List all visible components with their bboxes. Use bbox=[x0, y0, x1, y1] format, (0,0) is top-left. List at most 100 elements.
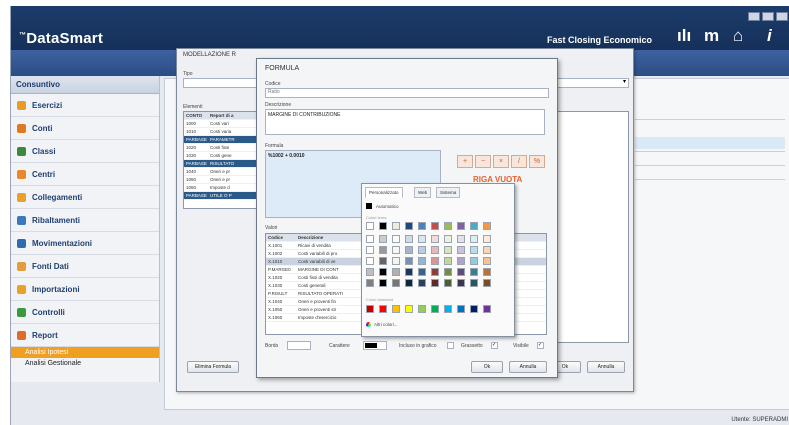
standard-color-swatch[interactable] bbox=[457, 305, 465, 313]
theme-color-swatch[interactable] bbox=[379, 246, 387, 254]
theme-color-swatch[interactable] bbox=[457, 279, 465, 287]
delete-formula-button[interactable]: Elimina Formula bbox=[187, 361, 239, 373]
table-row[interactable]: 1050 Oneri e pr bbox=[184, 176, 256, 184]
sidebar-item-fonti-dati[interactable]: Fonti Dati bbox=[11, 255, 159, 278]
theme-color-swatch[interactable] bbox=[457, 246, 465, 254]
sidebar-item-importazioni[interactable]: Importazioni bbox=[11, 278, 159, 301]
table-row[interactable]: 1040 Oneri e pr bbox=[184, 168, 256, 176]
more-colors-link[interactable]: Altri colori... bbox=[374, 322, 398, 327]
theme-color-swatch[interactable] bbox=[431, 279, 439, 287]
operator-minus-icon[interactable]: − bbox=[475, 155, 491, 168]
sidebar-item-ribaltamenti[interactable]: Ribaltamenti bbox=[11, 209, 159, 232]
theme-color-swatch[interactable] bbox=[444, 246, 452, 254]
standard-color-swatch[interactable] bbox=[483, 305, 491, 313]
automatic-label[interactable]: Automatico bbox=[376, 204, 399, 209]
theme-color-swatch[interactable] bbox=[405, 257, 413, 265]
theme-color-swatch[interactable] bbox=[405, 279, 413, 287]
chart-include-checkbox[interactable] bbox=[447, 342, 454, 349]
theme-color-swatch[interactable] bbox=[431, 268, 439, 276]
theme-color-swatch[interactable] bbox=[444, 257, 452, 265]
standard-color-swatch[interactable] bbox=[418, 305, 426, 313]
theme-color-swatch[interactable] bbox=[470, 222, 478, 230]
font-color-select[interactable] bbox=[363, 341, 387, 350]
theme-color-swatch[interactable] bbox=[392, 246, 400, 254]
theme-color-swatch[interactable] bbox=[470, 279, 478, 287]
sidebar-item-centri[interactable]: Centri bbox=[11, 163, 159, 186]
theme-color-swatch[interactable] bbox=[418, 257, 426, 265]
theme-color-swatch[interactable] bbox=[431, 246, 439, 254]
theme-color-swatch[interactable] bbox=[379, 257, 387, 265]
sidebar-subitem[interactable]: Analisi Gestionale bbox=[11, 358, 159, 369]
theme-color-swatch[interactable] bbox=[366, 268, 374, 276]
close-icon[interactable] bbox=[776, 12, 788, 21]
standard-color-swatch[interactable] bbox=[431, 305, 439, 313]
bar-chart-icon[interactable]: ılı bbox=[677, 26, 691, 46]
table-row[interactable]: PARBASE UTILE O P bbox=[184, 192, 256, 200]
theme-color-swatch[interactable] bbox=[483, 222, 491, 230]
sidebar-item-classi[interactable]: Classi bbox=[11, 140, 159, 163]
sidebar-item-collegamenti[interactable]: Collegamenti bbox=[11, 186, 159, 209]
theme-color-swatch[interactable] bbox=[444, 235, 452, 243]
standard-color-swatch[interactable] bbox=[444, 305, 452, 313]
theme-color-swatch[interactable] bbox=[366, 235, 374, 243]
tab-sistema[interactable]: Sistema bbox=[436, 187, 461, 198]
theme-color-swatch[interactable] bbox=[366, 257, 374, 265]
theme-color-swatch[interactable] bbox=[444, 268, 452, 276]
border-select[interactable] bbox=[287, 341, 311, 350]
theme-color-swatch[interactable] bbox=[366, 279, 374, 287]
sidebar-item-esercizi[interactable]: Esercizi bbox=[11, 94, 159, 117]
formula-ok-button[interactable]: Ok bbox=[471, 361, 503, 373]
table-row[interactable]: 1030 Costi gene bbox=[184, 152, 256, 160]
m-icon[interactable]: m bbox=[704, 26, 719, 46]
theme-color-swatch[interactable] bbox=[483, 235, 491, 243]
sidebar-item-movimentazioni[interactable]: Movimentazioni bbox=[11, 232, 159, 255]
standard-color-swatch[interactable] bbox=[366, 305, 374, 313]
tab-web[interactable]: Web bbox=[414, 187, 432, 198]
operator-divide-icon[interactable]: / bbox=[511, 155, 527, 168]
sidebar-item-conti[interactable]: Conti bbox=[11, 117, 159, 140]
theme-color-swatch[interactable] bbox=[483, 279, 491, 287]
tipo-select[interactable] bbox=[183, 78, 259, 88]
standard-color-swatch[interactable] bbox=[379, 305, 387, 313]
theme-color-swatch[interactable] bbox=[392, 222, 400, 230]
theme-color-swatch[interactable] bbox=[457, 235, 465, 243]
theme-color-swatch[interactable] bbox=[405, 235, 413, 243]
table-row[interactable]: CONTO Report di a bbox=[184, 112, 256, 120]
table-row[interactable]: 1060 Imposte d bbox=[184, 184, 256, 192]
standard-color-swatch[interactable] bbox=[470, 305, 478, 313]
table-row[interactable]: 1000 Costi vari bbox=[184, 120, 256, 128]
theme-color-swatch[interactable] bbox=[470, 246, 478, 254]
theme-color-swatch[interactable] bbox=[483, 268, 491, 276]
theme-color-swatch[interactable] bbox=[418, 246, 426, 254]
theme-color-swatch[interactable] bbox=[483, 257, 491, 265]
theme-color-swatch[interactable] bbox=[418, 235, 426, 243]
theme-color-swatch[interactable] bbox=[431, 257, 439, 265]
operator-percent-icon[interactable]: % bbox=[529, 155, 545, 168]
operator-times-icon[interactable]: × bbox=[493, 155, 509, 168]
theme-color-swatch[interactable] bbox=[392, 235, 400, 243]
sidebar-subitem[interactable]: Analisi Ipotesi bbox=[11, 347, 159, 358]
theme-color-swatch[interactable] bbox=[379, 235, 387, 243]
chevron-down-icon[interactable]: ▾ bbox=[623, 78, 626, 85]
formula-cancel-button[interactable]: Annulla bbox=[509, 361, 547, 373]
theme-color-swatch[interactable] bbox=[418, 268, 426, 276]
sidebar-item-controlli[interactable]: Controlli bbox=[11, 301, 159, 324]
theme-color-swatch[interactable] bbox=[392, 268, 400, 276]
table-row[interactable]: PARBASE PARAMETR bbox=[184, 136, 256, 144]
table-row[interactable]: PARBASE RISULTATO bbox=[184, 160, 256, 168]
info-icon[interactable]: i bbox=[767, 26, 772, 46]
home-icon[interactable]: ⌂ bbox=[733, 26, 743, 46]
theme-color-swatch[interactable] bbox=[379, 268, 387, 276]
theme-color-swatch[interactable] bbox=[470, 235, 478, 243]
theme-color-swatch[interactable] bbox=[470, 257, 478, 265]
visible-checkbox[interactable]: ✓ bbox=[537, 342, 544, 349]
theme-color-swatch[interactable] bbox=[405, 222, 413, 230]
table-row[interactable]: 1020 Costi fissi bbox=[184, 144, 256, 152]
cancel-button[interactable]: Annulla bbox=[587, 361, 625, 373]
right-select[interactable]: ▾ bbox=[553, 78, 629, 88]
descrizione-input[interactable]: MARGINE DI CONTRIBUZIONE bbox=[265, 109, 545, 135]
tab-personalizzato[interactable]: Personalizzato bbox=[365, 187, 403, 198]
codice-input[interactable]: Ratio bbox=[265, 88, 549, 98]
table-row[interactable] bbox=[635, 137, 785, 149]
theme-color-swatch[interactable] bbox=[457, 268, 465, 276]
